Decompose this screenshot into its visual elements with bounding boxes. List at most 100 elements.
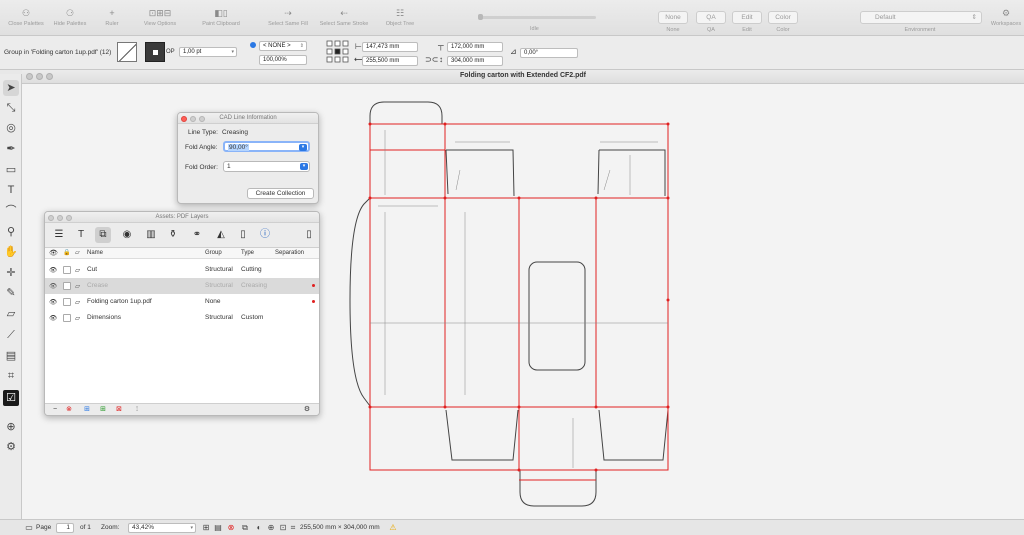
select-same-fill-button[interactable]: ⇢ Select Same Fill xyxy=(264,9,312,28)
close-palette-button[interactable] xyxy=(181,116,187,122)
layer-group[interactable]: None xyxy=(205,298,221,305)
stamp-icon[interactable]: ⚱ xyxy=(165,227,181,243)
zoom-tool-icon[interactable]: ⊕ xyxy=(3,419,19,435)
stop-icon[interactable]: ⊗ xyxy=(226,523,236,533)
height-field[interactable]: 304,000 mm xyxy=(447,56,503,66)
fold-order-field[interactable]: 1 ▾ xyxy=(223,161,310,172)
preview-icon[interactable]: ◐ xyxy=(254,523,264,533)
merge-layer-icon[interactable]: ⊞ xyxy=(99,406,107,414)
layer-row[interactable]: 👁 ▱ Folding carton 1up.pdf None xyxy=(45,294,319,310)
curve-tool-icon[interactable]: ⌒ xyxy=(3,203,19,219)
ruler-button[interactable]: + Ruler xyxy=(98,9,126,28)
remove-layer-icon[interactable]: − xyxy=(51,406,59,414)
name-column-header[interactable]: Name xyxy=(87,250,103,256)
measure-tool-icon[interactable]: ▱ xyxy=(3,306,19,322)
object-tree-button[interactable]: ☷ Object Tree xyxy=(380,9,420,28)
grid-view-icon[interactable]: ⊞ xyxy=(201,523,211,533)
minimize-palette-button[interactable] xyxy=(190,116,196,122)
zoom-field[interactable]: 43,42% ▾ xyxy=(128,523,196,533)
list-icon[interactable]: ☰ xyxy=(51,227,67,243)
eye-icon[interactable]: 👁 xyxy=(49,314,57,322)
layer-group[interactable]: Structural xyxy=(205,314,233,321)
tint-field[interactable]: 100,00% xyxy=(259,55,307,65)
fill-select[interactable]: < NONE > ⇕ xyxy=(259,41,307,51)
page-icon[interactable]: ▯ xyxy=(301,227,317,243)
reference-point-grid-icon[interactable] xyxy=(326,40,350,64)
layout-icon[interactable]: ▤ xyxy=(213,523,223,533)
create-collection-button[interactable]: Create Collection xyxy=(247,188,314,199)
magnifier-tool-icon[interactable]: ⚲ xyxy=(3,224,19,240)
group-column-header[interactable]: Group xyxy=(205,250,222,256)
workspaces-button[interactable]: ⚙ Workspaces xyxy=(990,9,1022,28)
lock-checkbox[interactable] xyxy=(63,314,71,322)
shape-tool-icon[interactable]: ◎ xyxy=(3,120,19,136)
layer-row[interactable]: 👁 ▱ Dimensions Structural Custom xyxy=(45,310,319,326)
hide-palettes-button[interactable]: ⚆ Hide Palettes xyxy=(50,9,90,28)
layer-row[interactable]: 👁 ▱ Cut Structural Cutting xyxy=(45,262,319,278)
environment-select[interactable]: Default ⇕ xyxy=(860,11,982,24)
qa-preference-button[interactable]: QA xyxy=(696,11,726,24)
color-icon[interactable]: ◉ xyxy=(119,227,135,243)
eye-icon[interactable]: 👁 xyxy=(49,282,57,290)
type-column-header[interactable]: Type xyxy=(241,250,254,256)
crop-tool-icon[interactable]: ⌗ xyxy=(3,368,19,384)
fill-swatch[interactable] xyxy=(117,42,137,62)
overprint-icon[interactable]: ⊕ xyxy=(266,523,276,533)
eyedropper-tool-icon[interactable]: ✎ xyxy=(3,285,19,301)
select-same-stroke-button[interactable]: ⇠ Select Same Stroke xyxy=(318,9,370,28)
settings-tool-icon[interactable]: ⚙ xyxy=(3,439,19,455)
fill-radio[interactable] xyxy=(250,42,256,48)
delete-layer-icon[interactable]: ⊗ xyxy=(65,406,73,414)
stroke-width-field[interactable]: 1,00 pt ▾ xyxy=(179,47,237,57)
layer-type[interactable]: Cutting xyxy=(241,266,262,273)
zoom-palette-button[interactable] xyxy=(199,116,205,122)
layers-icon[interactable]: ⧉ xyxy=(95,227,111,243)
hand-tool-icon[interactable]: ✋ xyxy=(3,244,19,260)
layer-group[interactable]: Structural xyxy=(205,282,233,289)
warning-icon[interactable]: ⚠ xyxy=(388,523,398,533)
link-icon[interactable]: ⚭ xyxy=(189,227,205,243)
checklist-tool-icon[interactable]: ☑ xyxy=(3,390,19,406)
fold-angle-field[interactable]: 90,00° ▾ xyxy=(223,141,310,152)
document-icon[interactable]: ▯ xyxy=(235,227,251,243)
x-position-field[interactable]: 147,473 mm xyxy=(362,42,418,52)
width-field[interactable]: 255,500 mm xyxy=(362,56,418,66)
comment-tool-icon[interactable]: ▤ xyxy=(3,348,19,364)
minimize-palette-button[interactable] xyxy=(57,215,63,221)
close-palette-button[interactable] xyxy=(48,215,54,221)
select-tool-icon[interactable]: ➤ xyxy=(3,80,19,96)
zoom-palette-button[interactable] xyxy=(66,215,72,221)
eye-icon[interactable]: 👁 xyxy=(49,266,57,274)
edit-preference-button[interactable]: Edit xyxy=(732,11,762,24)
lock-proportions-icon[interactable]: ⊃⊂ xyxy=(425,55,438,64)
lock-checkbox[interactable] xyxy=(63,266,71,274)
pen-tool-icon[interactable]: ✒ xyxy=(3,141,19,157)
line-tool-icon[interactable]: ⟋ xyxy=(3,327,19,343)
separation-icon[interactable]: ⊡ xyxy=(278,523,288,533)
gradient-icon[interactable]: ◭ xyxy=(213,227,229,243)
eye-icon[interactable]: 👁 xyxy=(49,298,57,306)
lock-checkbox[interactable] xyxy=(63,282,71,290)
flatten-layer-icon[interactable]: ⊠ xyxy=(115,406,123,414)
layer-type[interactable]: Creasing xyxy=(241,282,267,289)
layer-type[interactable]: Custom xyxy=(241,314,263,321)
close-palettes-button[interactable]: ⚇ Close Palettes xyxy=(6,9,46,28)
font-icon[interactable]: T xyxy=(73,227,89,243)
page-number-field[interactable]: 1 xyxy=(56,523,74,533)
view-options-button[interactable]: ⊡⊞⊟ View Options xyxy=(138,9,182,28)
compare-icon[interactable]: ⧉ xyxy=(240,523,250,533)
stroke-swatch[interactable] xyxy=(145,42,165,62)
rectangle-tool-icon[interactable]: ▭ xyxy=(3,162,19,178)
color-preference-button[interactable]: Color xyxy=(768,11,798,24)
split-layer-icon[interactable]: ⟟ xyxy=(133,406,141,414)
paint-clipboard-button[interactable]: ◧▯ Paint Clipboard xyxy=(196,9,246,28)
barcode-icon[interactable]: ▥ xyxy=(143,227,159,243)
lock-checkbox[interactable] xyxy=(63,298,71,306)
y-position-field[interactable]: 172,000 mm xyxy=(447,42,503,52)
layer-options-icon[interactable]: ⚙ xyxy=(303,406,311,414)
transform-tool-icon[interactable]: ⤡ xyxy=(3,100,19,116)
layer-group[interactable]: Structural xyxy=(205,266,233,273)
add-layer-icon[interactable]: ⊞ xyxy=(83,406,91,414)
text-tool-icon[interactable]: T xyxy=(3,182,19,198)
crosshair-tool-icon[interactable]: ✛ xyxy=(3,265,19,281)
